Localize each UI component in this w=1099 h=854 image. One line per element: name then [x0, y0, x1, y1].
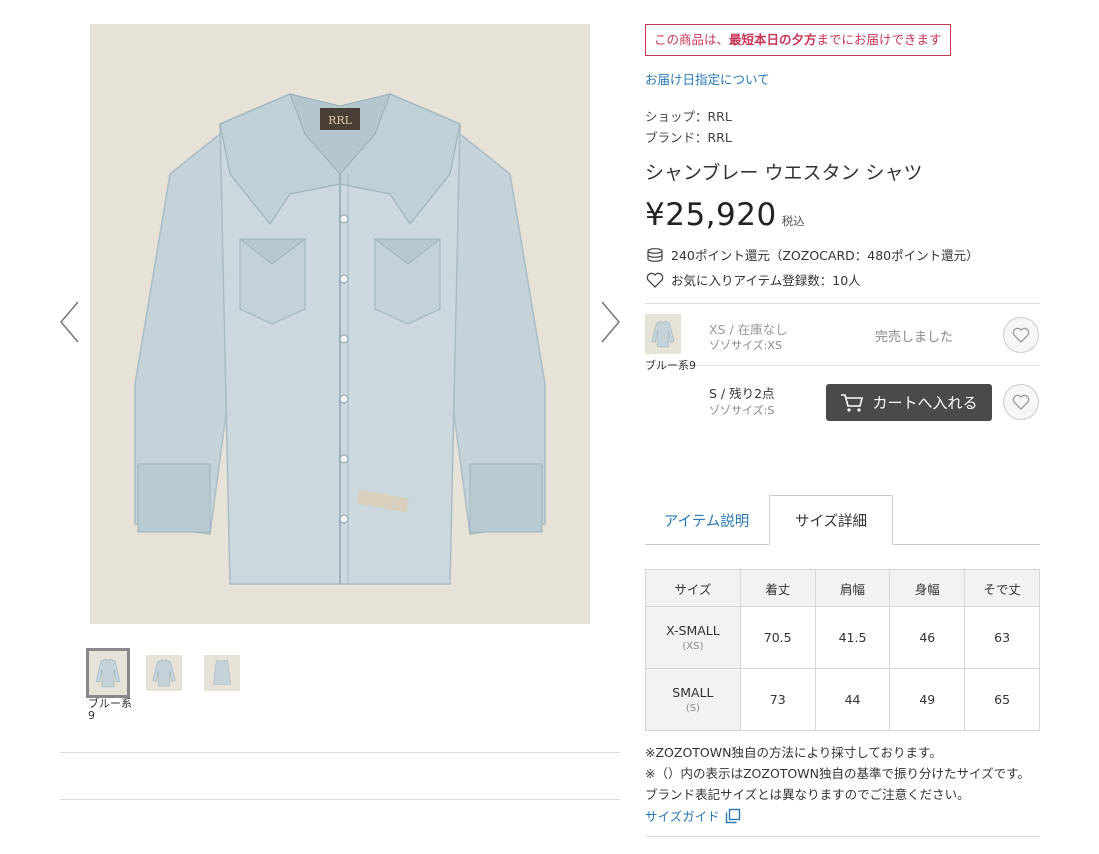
delivery-date-link[interactable]: お届け日指定について — [645, 69, 1040, 88]
delivery-badge-suffix: までにお届けできます — [816, 32, 942, 47]
size-row-head: SMALL (S) — [645, 668, 741, 731]
favorite-button[interactable] — [1003, 384, 1039, 420]
table-cell: 41.5 — [814, 606, 891, 669]
next-image-arrow[interactable] — [598, 300, 622, 344]
previous-image-arrow[interactable] — [58, 300, 82, 344]
delivery-badge-emphasis: 最短本日の夕方 — [729, 32, 817, 47]
favorite-button[interactable] — [1003, 317, 1039, 353]
table-row: SMALL (S) 73 44 49 65 — [645, 668, 1040, 731]
divider — [60, 799, 620, 800]
chevron-right-icon — [601, 301, 620, 343]
detail-tabs: アイテム説明 サイズ詳細 — [645, 495, 1040, 545]
price-row: ¥25,920 税込 — [645, 197, 1040, 233]
shirt-illustration: RRL — [90, 24, 590, 624]
add-to-cart-label: カートへ入れる — [872, 394, 978, 412]
table-cell: 65 — [964, 668, 1040, 731]
table-cell: 44 — [814, 668, 891, 731]
thumbnail-image — [146, 655, 182, 691]
product-details: この商品は、最短本日の夕方までにお届けできます お届け日指定について ショップ：… — [645, 24, 1040, 837]
sku-zozo-size: ゾゾサイズ:XS — [709, 339, 782, 352]
table-cell: 73 — [739, 668, 816, 731]
table-cell: 46 — [889, 606, 966, 669]
delivery-badge: この商品は、最短本日の夕方までにお届けできます — [645, 24, 951, 56]
heart-icon — [1012, 327, 1030, 343]
size-name: SMALL — [672, 685, 714, 700]
sku-color-caption: ブルー系9 — [645, 359, 696, 372]
divider — [60, 752, 620, 753]
price: ¥25,920 — [645, 197, 777, 233]
size-guide-link[interactable]: サイズガイド — [645, 806, 741, 825]
table-cell: 49 — [889, 668, 966, 731]
sku-size: XS / 在庫なし — [709, 322, 788, 337]
thumbnail-image — [86, 648, 130, 698]
chevron-left-icon — [60, 301, 79, 343]
delivery-badge-prefix: この商品は、 — [654, 32, 730, 47]
tax-label: 税込 — [781, 214, 805, 228]
add-to-cart-button[interactable]: カートへ入れる — [826, 384, 992, 421]
header-cell: そで丈 — [964, 569, 1040, 607]
sku-size: S / 残り2点 — [709, 386, 775, 401]
thumbnail-caption: ブルー系9 — [88, 697, 132, 722]
thumbnail-1[interactable]: ブルー系9 — [86, 648, 132, 722]
thumbnail-strip: ブルー系9 — [86, 648, 244, 722]
svg-text:RRL: RRL — [328, 114, 353, 127]
cart-icon — [841, 393, 864, 412]
favorites-info: お気に入りアイテム登録数：10人 — [645, 270, 1040, 289]
sku-thumb-image — [645, 314, 681, 354]
heart-icon — [645, 271, 665, 289]
size-table-header: サイズ 着丈 肩幅 身幅 そで丈 — [645, 569, 1040, 607]
main-product-photo: RRL — [90, 24, 590, 624]
sold-out-label: 完売しました — [875, 330, 954, 345]
shop-brand-meta: ショップ：RRL ブランド：RRL — [645, 106, 1040, 148]
header-cell: 身幅 — [889, 569, 966, 607]
points-info: 240ポイント還元（ZOZOCARD：480ポイント還元） — [645, 245, 1040, 264]
size-table: サイズ 着丈 肩幅 身幅 そで丈 X-SMALL (XS) 70.5 41.5 … — [645, 569, 1040, 731]
header-cell: 肩幅 — [814, 569, 891, 607]
note-line: ※ZOZOTOWN独自の方法により採寸しております。 — [645, 745, 942, 760]
measurement-notes: ※ZOZOTOWN独自の方法により採寸しております。 ※（）内の表示はZOZOT… — [645, 742, 1040, 805]
table-cell: 70.5 — [739, 606, 816, 669]
thumbnail-image — [204, 655, 240, 691]
table-cell: 63 — [964, 606, 1040, 669]
tab-item-description[interactable]: アイテム説明 — [645, 495, 768, 545]
size-code: (S) — [685, 703, 700, 714]
heart-icon — [1012, 394, 1030, 410]
sku-row-xs: XS / 在庫なし ゾゾサイズ:XS 完売しました — [645, 304, 1040, 366]
note-line: ※（）内の表示はZOZOTOWN独自の基準で振り分けたサイズです。ブランド表記サ… — [645, 766, 1030, 802]
header-cell: サイズ — [645, 569, 741, 607]
points-text: 240ポイント還元（ZOZOCARD：480ポイント還元） — [671, 248, 979, 263]
coins-icon — [645, 246, 665, 264]
thumbnail-2[interactable] — [146, 650, 186, 722]
shop-label[interactable]: ショップ：RRL — [645, 106, 1040, 127]
tab-size-detail[interactable]: サイズ詳細 — [769, 495, 893, 545]
size-code: (XS) — [682, 641, 704, 652]
sku-color-thumb: ブルー系9 — [645, 314, 696, 373]
table-row: X-SMALL (XS) 70.5 41.5 46 63 — [645, 606, 1040, 669]
sku-zozo-size: ゾゾサイズ:S — [709, 404, 775, 417]
brand-label[interactable]: ブランド：RRL — [645, 127, 1040, 148]
sku-row-s: S / 残り2点 ゾゾサイズ:S カートへ入れる — [645, 366, 1040, 428]
size-name: X-SMALL — [666, 623, 720, 638]
product-name: シャンブレー ウエスタン シャツ — [645, 162, 923, 184]
header-cell: 着丈 — [739, 569, 816, 607]
external-window-icon — [725, 808, 740, 823]
favorites-count: お気に入りアイテム登録数：10人 — [671, 273, 861, 288]
sku-list: XS / 在庫なし ゾゾサイズ:XS 完売しました S / 残り2点 ゾゾサイズ… — [645, 303, 1040, 429]
size-guide-label: サイズガイド — [645, 809, 720, 824]
divider — [645, 836, 1040, 837]
size-row-head: X-SMALL (XS) — [645, 606, 741, 669]
thumbnail-3[interactable] — [204, 650, 244, 722]
